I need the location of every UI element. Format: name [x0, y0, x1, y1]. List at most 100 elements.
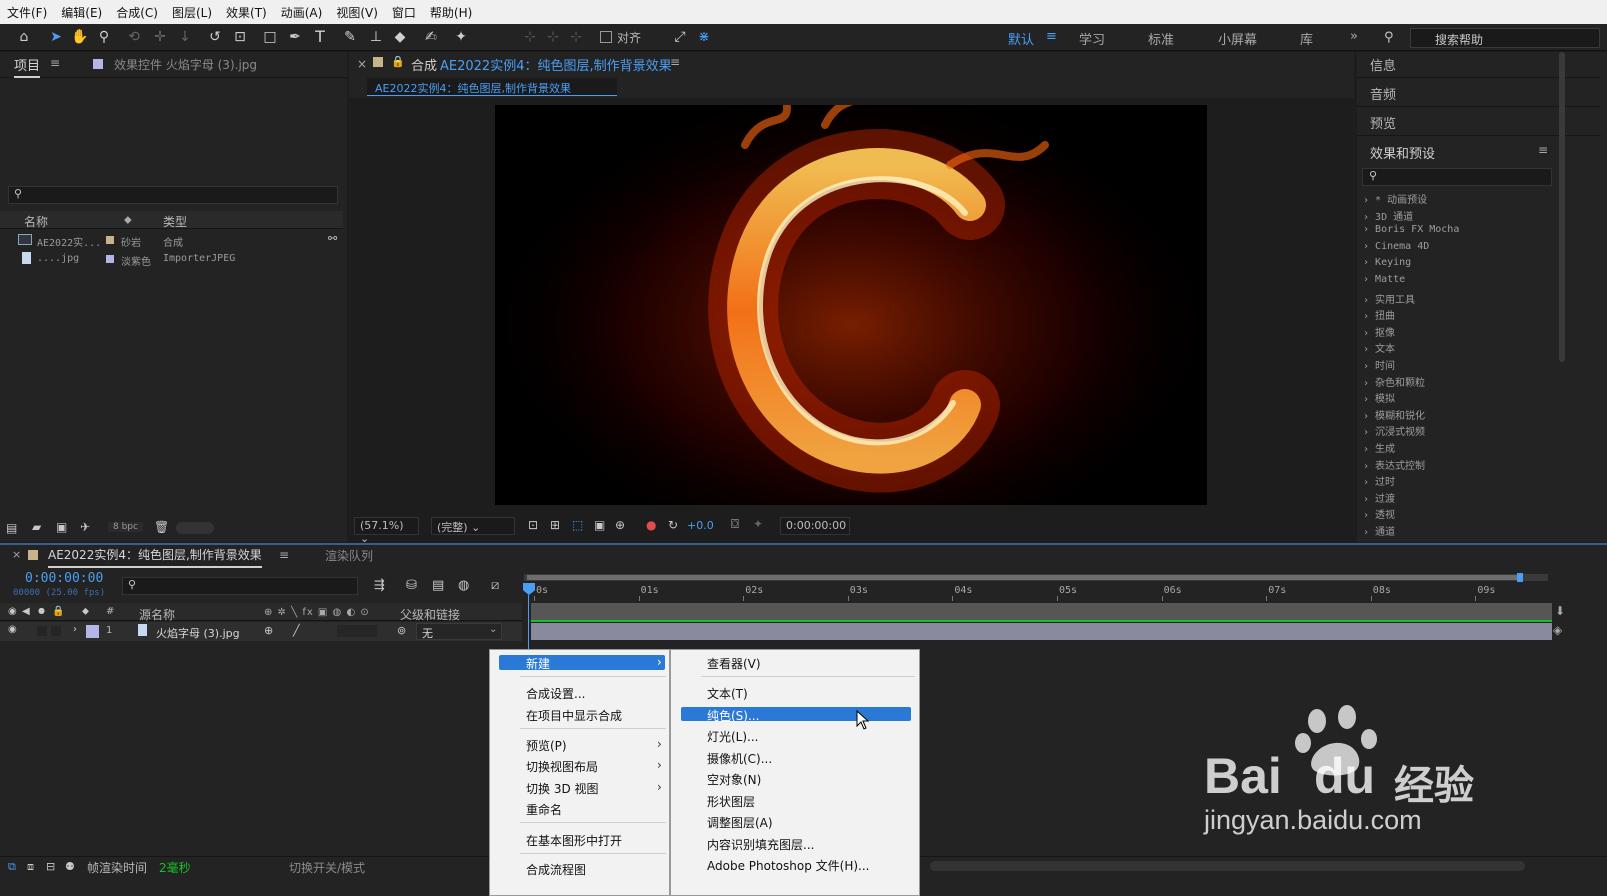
effects-search-input[interactable] [1362, 168, 1552, 186]
menu-effect[interactable]: 效果(T) [219, 4, 274, 21]
timeline-timecode[interactable]: 0:00:00:00 [25, 571, 103, 586]
type-tool-icon[interactable]: T [310, 27, 330, 47]
interpret-footage-icon[interactable]: ▤ [6, 521, 17, 535]
layer-search-input[interactable] [122, 577, 358, 595]
menu-item-preview[interactable]: 预览(P) [526, 737, 567, 754]
column-name[interactable]: 名称 [24, 213, 48, 230]
menu-item-camera[interactable]: 摄像机(C)... [707, 750, 772, 767]
effect-category[interactable]: › 模拟 [1363, 390, 1395, 405]
fast-preview-icon[interactable]: ⊡ [528, 518, 538, 532]
timeline-comp-tab[interactable]: AE2022实例4：纯色图层,制作背景效果 [48, 546, 262, 568]
effects-presets-tab[interactable]: 效果和预设 [1370, 143, 1435, 162]
selection-tool-icon[interactable]: ➤ [46, 27, 66, 47]
shy-switch-icon[interactable]: ⊕ [264, 624, 273, 637]
timeline-zoom-slider[interactable] [930, 861, 1525, 871]
zoom-dropdown[interactable]: (57.1%) ⌄ [354, 517, 419, 545]
delete-icon[interactable]: 🗑 [154, 520, 169, 534]
effect-category[interactable]: › 透视 [1363, 506, 1395, 521]
transfer-controls-toggle-icon[interactable]: ⧈ [27, 860, 34, 874]
menu-item-adjustment-layer[interactable]: 调整图层(A) [707, 814, 773, 831]
layer-duration-bar[interactable] [531, 623, 1552, 640]
menu-item-viewer[interactable]: 查看器(V) [707, 655, 761, 672]
menu-animation[interactable]: 动画(A) [274, 4, 330, 21]
anchor-tool-icon[interactable]: ⊡ [230, 27, 250, 47]
axis-view-icon[interactable]: ⊹ [566, 27, 586, 47]
menu-item-switch-view-layout[interactable]: 切换视图布局 [526, 758, 598, 775]
column-parent-link[interactable]: 父级和链接 [400, 606, 460, 623]
effect-category[interactable]: › 抠像 [1363, 324, 1395, 339]
orbit-camera-icon[interactable]: ⟲ [124, 27, 144, 47]
menu-item-content-aware-fill-layer[interactable]: 内容识别填充图层... [707, 836, 814, 853]
workspace-libraries[interactable]: 库 [1300, 29, 1313, 48]
solo-icon[interactable]: ● [38, 606, 45, 615]
color-channels-icon[interactable]: ● [646, 518, 656, 532]
show-snapshot-icon[interactable]: ✦ [753, 517, 763, 531]
effect-category[interactable]: › Cinema 4D [1363, 241, 1429, 252]
column-source-name[interactable]: 源名称 [139, 606, 175, 623]
effect-category[interactable]: › * 动画预设 [1363, 191, 1427, 206]
workspace-learn[interactable]: 学习 [1079, 29, 1105, 48]
search-help-input[interactable]: 搜索帮助 [1410, 28, 1600, 48]
effect-controls-tab[interactable]: 效果控件 火焰字母 (3).jpg [114, 56, 257, 73]
lock-toggle[interactable] [51, 626, 61, 636]
zoom-tool-icon[interactable]: ⚲ [94, 27, 114, 47]
lock-icon[interactable]: 🔒 [391, 55, 405, 68]
new-composition-icon[interactable]: ▣ [56, 520, 67, 534]
comp-title-name[interactable]: AE2022实例4：纯色图层,制作背景效果 [440, 55, 672, 74]
home-icon[interactable]: ⌂ [14, 27, 34, 47]
effects-scrollbar[interactable] [1559, 52, 1565, 362]
project-item[interactable]: AE2022实... 砂岩 合成 ⚯ [0, 232, 337, 250]
project-tab[interactable]: 项目 [14, 55, 41, 78]
effect-category[interactable]: › 表达式控制 [1363, 457, 1425, 472]
speaker-icon[interactable]: ◀ [22, 606, 30, 617]
chevron-right-icon[interactable]: › [73, 624, 77, 635]
brush-tool-icon[interactable]: ✎ [340, 27, 360, 47]
workspace-menu-icon[interactable]: ≡ [1046, 29, 1057, 44]
lock-icon[interactable]: 🔒 [52, 606, 64, 617]
pan-camera-icon[interactable]: ✛ [150, 27, 170, 47]
menu-item-comp-settings[interactable]: 合成设置... [526, 685, 585, 702]
axis-local-icon[interactable]: ⊹ [520, 27, 540, 47]
transparency-grid-icon[interactable]: ⊞ [550, 518, 560, 532]
menu-help[interactable]: 帮助(H) [423, 4, 479, 21]
workspace-default[interactable]: 默认 [1008, 29, 1034, 48]
graph-editor-icon[interactable]: ⧄ [491, 578, 499, 593]
menu-item-shape-layer[interactable]: 形状图层 [707, 793, 755, 810]
menu-item-open-in-essential-graphics[interactable]: 在基本图形中打开 [526, 832, 622, 849]
project-search-input[interactable] [8, 186, 338, 204]
toggle-switches-modes[interactable]: 切换开关/模式 [289, 859, 365, 876]
menu-item-switch-3d-view[interactable]: 切换 3D 视图 [526, 780, 599, 797]
composition-viewer[interactable] [495, 105, 1207, 505]
workspace-standard[interactable]: 标准 [1148, 29, 1174, 48]
menu-item-text[interactable]: 文本(T) [707, 685, 748, 702]
label-swatch[interactable] [106, 236, 114, 244]
effect-category[interactable]: › 沉浸式视频 [1363, 423, 1425, 438]
quality-switch-icon[interactable]: ╱ [293, 624, 300, 637]
layer-marker-icon[interactable]: ◈ [1553, 623, 1562, 637]
composition-mini-flowchart-icon[interactable]: ⇶ [374, 578, 385, 593]
eye-icon[interactable]: ◉ [8, 606, 17, 617]
clone-stamp-icon[interactable]: ⊥ [366, 27, 386, 47]
effect-category[interactable]: › Keying [1363, 257, 1411, 268]
column-type[interactable]: 类型 [163, 213, 187, 230]
effect-category[interactable]: › 扭曲 [1363, 307, 1395, 322]
effect-category[interactable]: › 实用工具 [1363, 291, 1415, 306]
render-time-toggle-icon[interactable]: ⚉ [65, 860, 75, 873]
thumbnail-slider[interactable] [176, 522, 214, 534]
menu-item-reveal-in-project[interactable]: 在项目中显示合成 [526, 707, 622, 724]
menu-window[interactable]: 窗口 [385, 4, 423, 21]
menu-item-photoshop-file[interactable]: Adobe Photoshop 文件(H)... [707, 857, 869, 874]
dolly-camera-icon[interactable]: ↓ [175, 27, 195, 47]
menu-edit[interactable]: 编辑(E) [54, 4, 109, 21]
close-icon[interactable]: × [357, 57, 367, 71]
frame-blending-icon[interactable]: ▤ [432, 578, 444, 593]
label-tag-icon[interactable]: ⬥ [124, 213, 132, 227]
axis-world-icon[interactable]: ⊹ [543, 27, 563, 47]
menu-item-new[interactable]: 新建 [526, 655, 550, 672]
project-item[interactable]: ....jpg 淡紫色 ImporterJPEG [0, 251, 330, 269]
puppet-pin-icon[interactable]: ✦ [451, 27, 471, 47]
menu-composition[interactable]: 合成(C) [109, 4, 165, 21]
audio-panel-tab[interactable]: 音频 [1370, 84, 1396, 103]
effect-category[interactable]: › 文本 [1363, 340, 1395, 355]
effect-category[interactable]: › 模糊和锐化 [1363, 407, 1425, 422]
